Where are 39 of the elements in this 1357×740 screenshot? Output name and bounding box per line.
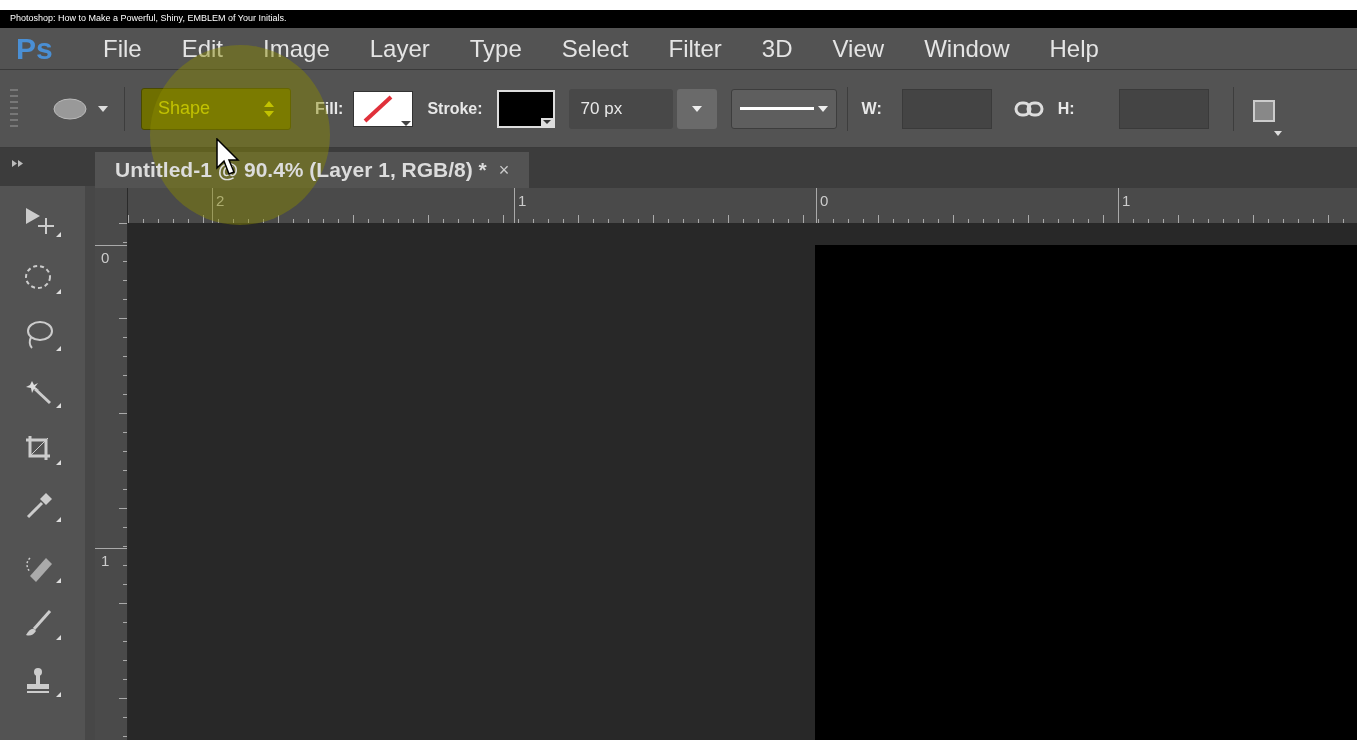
expand-icon[interactable] [12, 160, 24, 167]
caret-icon [691, 105, 702, 112]
width-label: W: [861, 98, 882, 119]
app-logo: Ps [16, 33, 54, 64]
video-title: Photoshop: How to Make a Powerful, Shiny, EMBLEM of Your Initials. [10, 12, 287, 26]
height-field[interactable] [1118, 88, 1209, 129]
ruler-label: 1 [1122, 191, 1131, 211]
stroke-width-field[interactable]: 70 px [568, 88, 673, 129]
menu-item[interactable]: 3D [744, 30, 810, 67]
stroke-style-dropdown[interactable] [730, 88, 837, 129]
link-icon[interactable] [1013, 100, 1044, 117]
ruler-label: 0 [820, 191, 829, 211]
ruler-label: 2 [216, 191, 225, 211]
grip-icon[interactable] [10, 88, 18, 129]
ruler-label: 1 [518, 191, 527, 211]
menu-item[interactable]: Type [452, 30, 539, 67]
menu-item[interactable]: File [86, 30, 159, 67]
caret-icon [817, 105, 828, 112]
ruler-label: 1 [101, 551, 110, 571]
stroke-swatch[interactable] [496, 89, 555, 128]
ellipse-tool-icon[interactable] [52, 96, 88, 121]
menu-item[interactable]: Edit [164, 30, 241, 67]
menu-item[interactable]: Layer [352, 30, 447, 67]
fill-swatch[interactable] [353, 90, 414, 127]
menu-item[interactable]: Filter [651, 30, 739, 67]
close-tab-button[interactable]: × [498, 156, 510, 184]
stepper-icon [264, 100, 274, 117]
ruler-label: 0 [101, 248, 110, 268]
menu-item[interactable]: Window [907, 30, 1027, 67]
width-field[interactable] [901, 88, 992, 129]
menu-item[interactable]: Help [1032, 30, 1116, 67]
menu-item[interactable]: Select [544, 30, 646, 67]
stroke-label: Stroke: [427, 98, 483, 119]
height-label: H: [1057, 98, 1075, 119]
menu-item[interactable]: View [815, 30, 902, 67]
caret-icon[interactable] [98, 105, 108, 112]
line-style-icon [739, 106, 814, 111]
fill-label: Fill: [315, 98, 344, 119]
menu-item[interactable]: Image [246, 30, 347, 67]
